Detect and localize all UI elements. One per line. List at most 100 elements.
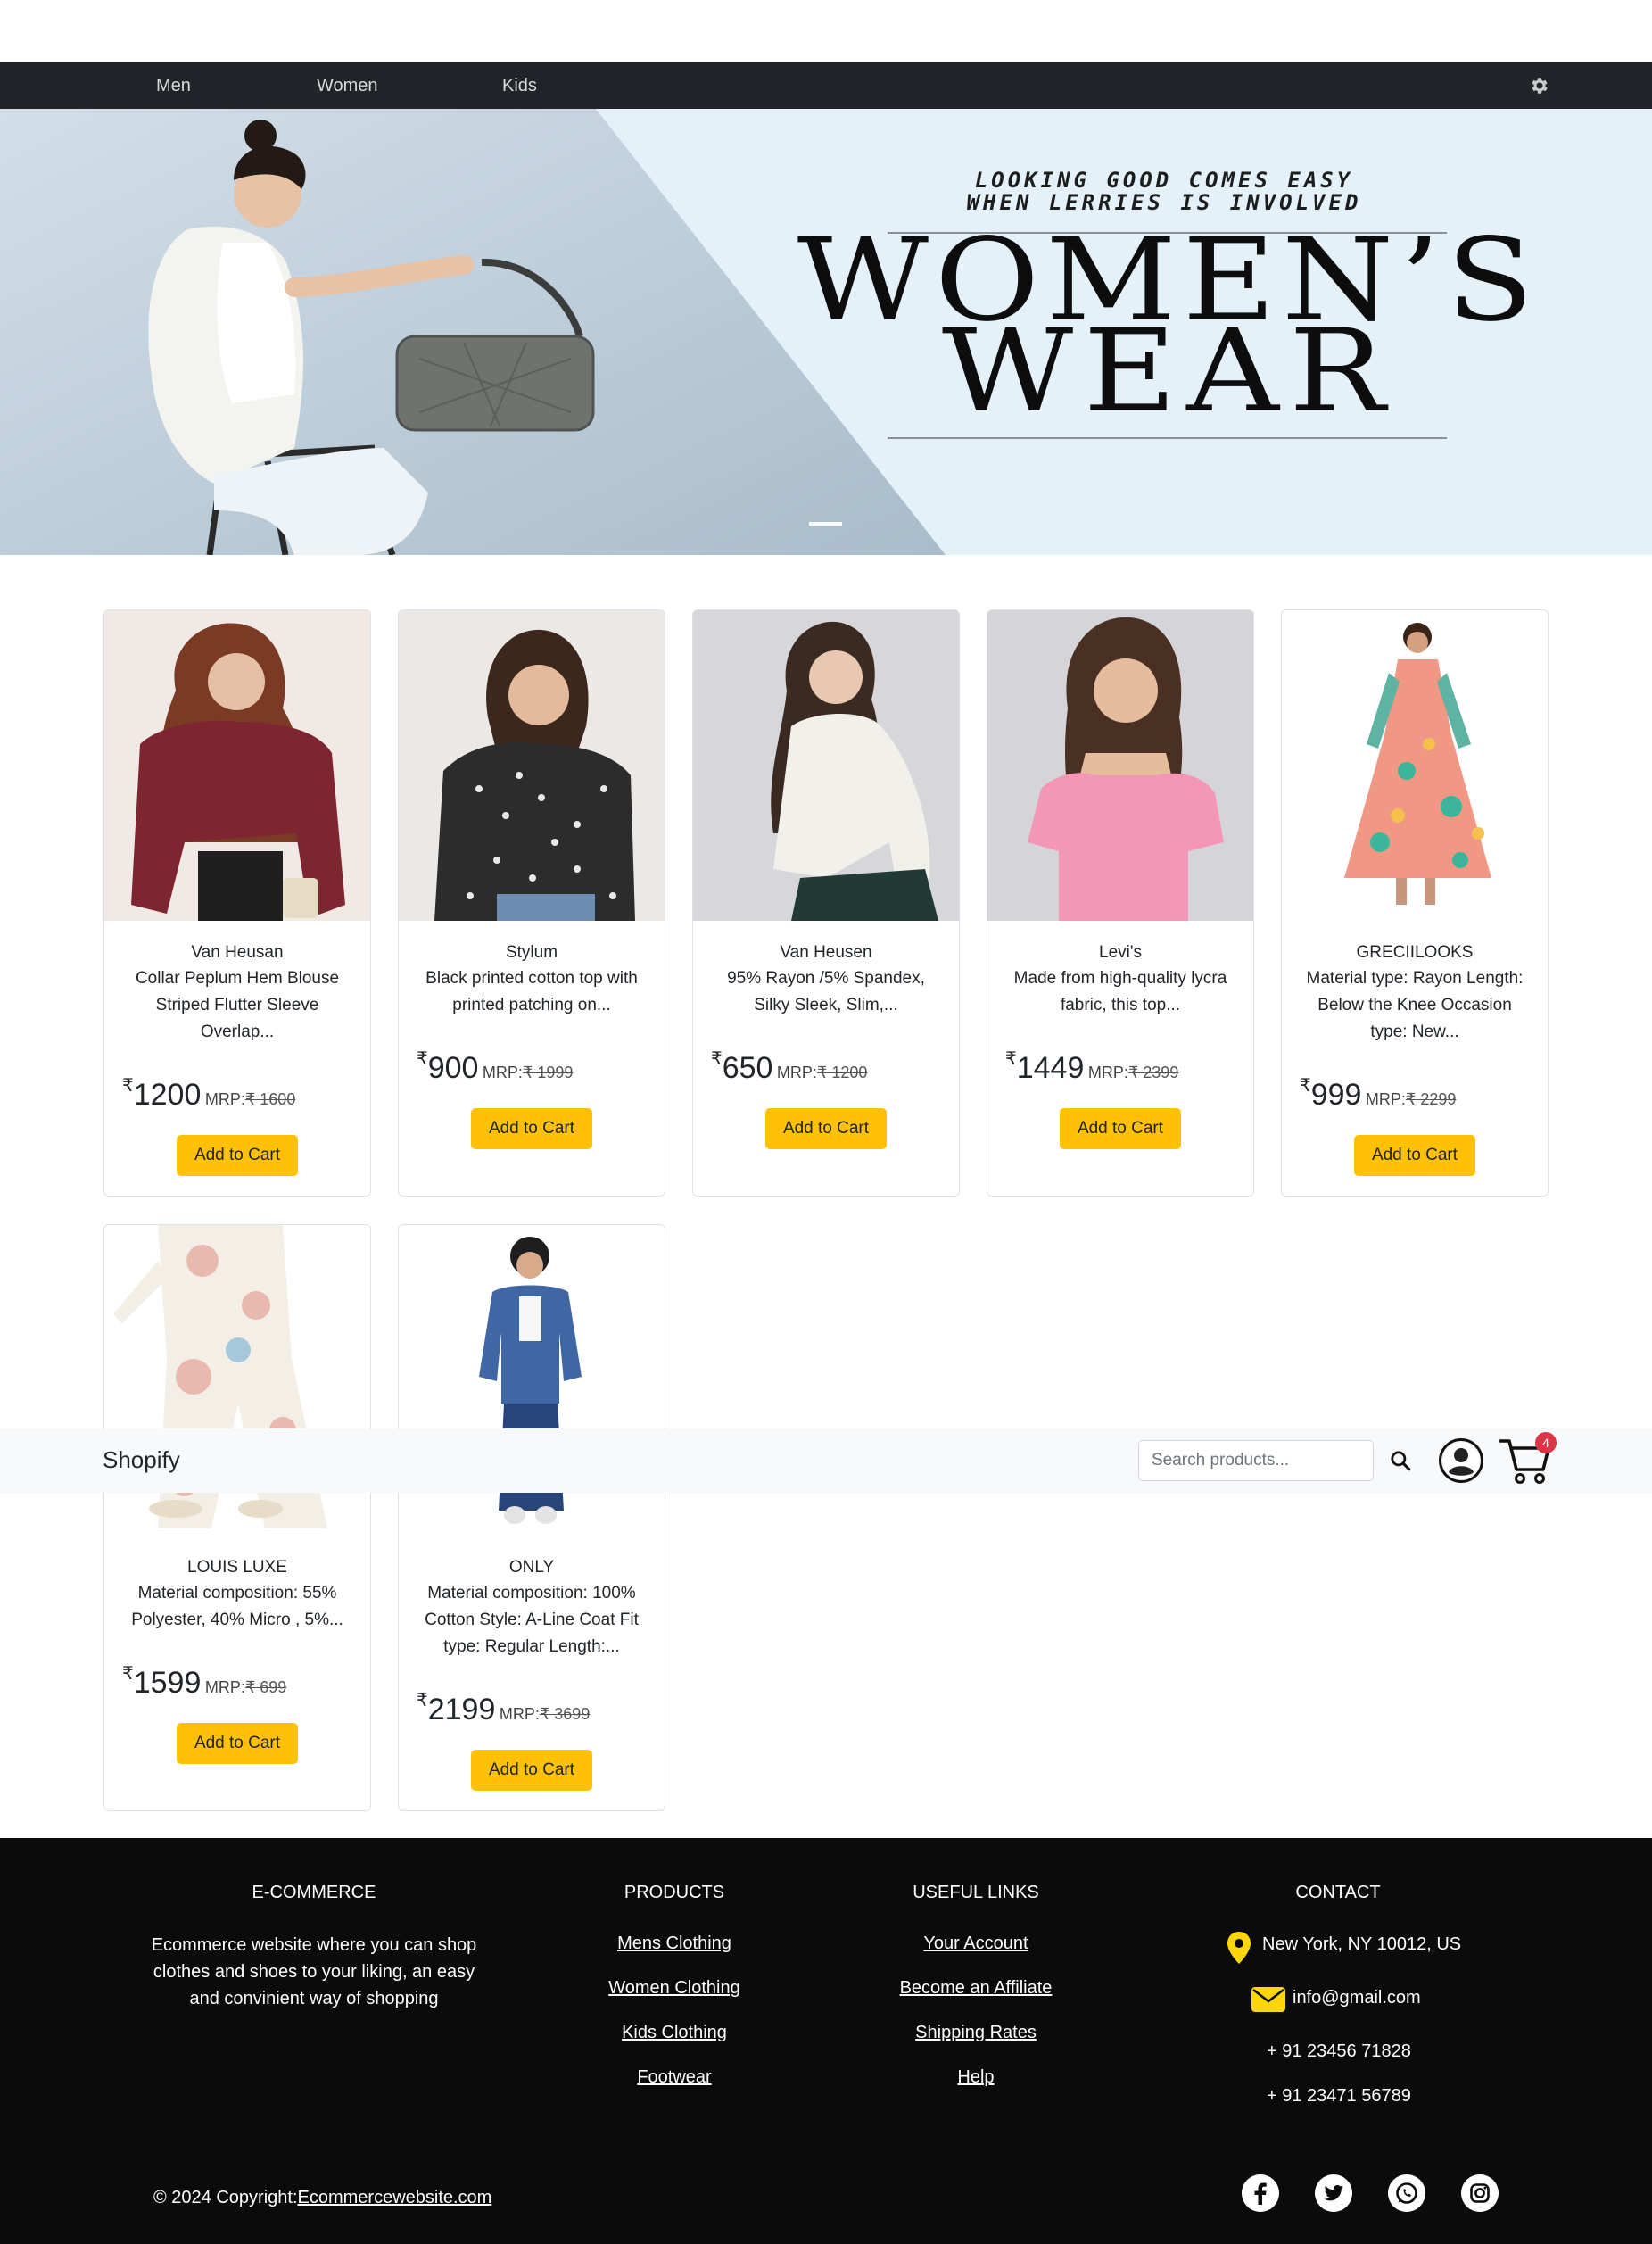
product-price: ₹650 MRP:₹ 1200 [711, 1049, 868, 1086]
add-to-cart-button[interactable]: Add to Cart [177, 1723, 298, 1764]
category-nav: Men Women Kids [0, 62, 1652, 109]
whatsapp-icon[interactable] [1388, 2174, 1425, 2212]
mrp-value: ₹ 699 [244, 1678, 287, 1696]
hero-tagline: LOOKING GOOD COMES EASY WHEN LERRIES IS … [785, 170, 1543, 214]
currency-symbol: ₹ [122, 1664, 134, 1684]
product-image[interactable] [1282, 610, 1548, 921]
add-to-cart-button[interactable]: Add to Cart [177, 1135, 298, 1176]
mrp-value: ₹ 1200 [816, 1064, 868, 1081]
footer-link-footwear[interactable]: Footwear [562, 2067, 787, 2088]
footer-heading-contact: CONTACT [1295, 1883, 1381, 1902]
product-price: ₹1200 MRP:₹ 1600 [122, 1076, 295, 1113]
product-price: ₹2199 MRP:₹ 3699 [417, 1691, 591, 1727]
price-amount: 900 [427, 1051, 479, 1085]
mrp-value: ₹ 2299 [1405, 1090, 1457, 1108]
price-amount: 999 [1310, 1078, 1362, 1112]
product-card: Stylum Black printed cotton top with pri… [398, 609, 665, 1197]
product-description: Material composition: 55% Polyester, 40%… [131, 1584, 343, 1629]
main-navbar: Shopify 4 [0, 1428, 1652, 1493]
footer: E-COMMERCE Ecommerce website where you c… [0, 1838, 1652, 2244]
cart-count-badge: 4 [1535, 1432, 1557, 1453]
hero-banner[interactable]: LOOKING GOOD COMES EASY WHEN LERRIES IS … [0, 109, 1652, 555]
location-pin-icon [1227, 1932, 1251, 1964]
footer-link-help[interactable]: Help [863, 2067, 1088, 2088]
gear-icon[interactable] [1528, 75, 1549, 96]
nav-men[interactable]: Men [156, 62, 191, 109]
add-to-cart-button[interactable]: Add to Cart [765, 1108, 887, 1149]
product-card: Levi's Made from high-quality lycra fabr… [987, 609, 1254, 1197]
top-blank-area [0, 0, 1652, 62]
product-price: ₹1449 MRP:₹ 2399 [1005, 1049, 1178, 1086]
currency-symbol: ₹ [122, 1076, 134, 1096]
footer-link-women-clothing[interactable]: Women Clothing [562, 1978, 787, 1999]
mrp-label: MRP: [482, 1064, 523, 1081]
mrp-label: MRP: [204, 1678, 245, 1696]
product-image[interactable] [693, 610, 959, 921]
contact-address: New York, NY 10012, US [1262, 1934, 1462, 1954]
product-price: ₹900 MRP:₹ 1999 [417, 1049, 574, 1086]
product-brand: ONLY [508, 1558, 555, 1577]
product-description: Material composition: 100% Cotton Style:… [425, 1584, 639, 1656]
product-description: Made from high-quality lycra fabric, thi… [1013, 969, 1227, 1014]
carousel-indicator-active[interactable] [809, 522, 842, 526]
add-to-cart-button[interactable]: Add to Cart [1060, 1108, 1181, 1149]
hero-headline-line2: WEAR [941, 305, 1396, 438]
nav-women[interactable]: Women [317, 62, 378, 109]
price-amount: 1200 [133, 1078, 202, 1112]
footer-link-mens-clothing[interactable]: Mens Clothing [562, 1933, 787, 1954]
currency-symbol: ₹ [1300, 1076, 1311, 1096]
product-image[interactable] [987, 610, 1253, 921]
search-icon[interactable] [1389, 1449, 1412, 1472]
mrp-value: ₹ 3699 [539, 1705, 591, 1723]
mrp-label: MRP: [499, 1705, 540, 1723]
product-card: Van Heusen 95% Rayon /5% Spandex, Silky … [692, 609, 960, 1197]
price-amount: 650 [722, 1051, 773, 1085]
add-to-cart-button[interactable]: Add to Cart [1354, 1135, 1475, 1176]
product-card: ONLY Material composition: 100% Cotton S… [398, 1224, 665, 1811]
product-card: GRECIILOOKS Material type: Rayon Length:… [1281, 609, 1549, 1197]
currency-symbol: ₹ [417, 1049, 428, 1069]
currency-symbol: ₹ [417, 1691, 428, 1710]
hero-tagline-line1: LOOKING GOOD COMES EASY [974, 168, 1354, 193]
price-amount: 1449 [1016, 1051, 1085, 1085]
footer-link-become-affiliate[interactable]: Become an Affiliate [863, 1978, 1088, 1999]
user-account-icon[interactable] [1438, 1437, 1484, 1484]
price-amount: 2199 [427, 1693, 496, 1726]
currency-symbol: ₹ [711, 1049, 723, 1069]
nav-kids[interactable]: Kids [502, 62, 537, 109]
mrp-label: MRP: [1365, 1090, 1406, 1108]
product-price: ₹999 MRP:₹ 2299 [1300, 1076, 1457, 1113]
instagram-icon[interactable] [1461, 2174, 1499, 2212]
product-brand: Levi's [1099, 943, 1142, 962]
footer-heading-products: PRODUCTS [624, 1883, 725, 1902]
footer-link-shipping-rates[interactable]: Shipping Rates [863, 2023, 1088, 2043]
contact-phone-2: + 91 23471 56789 [1267, 2086, 1411, 2106]
product-price: ₹1599 MRP:₹ 699 [122, 1664, 287, 1701]
product-image[interactable] [399, 610, 665, 921]
add-to-cart-button[interactable]: Add to Cart [471, 1108, 592, 1149]
product-card: Van Heusan Collar Peplum Hem Blouse Stri… [103, 609, 371, 1197]
footer-heading-ecommerce: E-COMMERCE [252, 1883, 376, 1902]
hero-divider-bottom [888, 437, 1447, 439]
product-brand: Van Heusen [780, 943, 872, 962]
twitter-icon[interactable] [1315, 2174, 1352, 2212]
copyright: © 2024 Copyright:Ecommercewebsite.com [153, 2188, 491, 2208]
hero-tagline-line2: WHEN LERRIES IS INVOLVED [966, 190, 1362, 215]
product-brand: LOUIS LUXE [187, 1558, 287, 1577]
currency-symbol: ₹ [1005, 1049, 1017, 1069]
add-to-cart-button[interactable]: Add to Cart [471, 1750, 592, 1791]
product-image[interactable] [104, 610, 370, 921]
brand-logo[interactable]: Shopify [103, 1446, 180, 1474]
footer-about-text: Ecommerce website where you can shop clo… [151, 1935, 477, 2008]
search-input[interactable] [1138, 1440, 1374, 1481]
copyright-link[interactable]: Ecommercewebsite.com [298, 2188, 492, 2207]
price-amount: 1599 [133, 1666, 202, 1700]
mrp-label: MRP: [204, 1090, 245, 1108]
footer-link-your-account[interactable]: Your Account [863, 1933, 1088, 1954]
facebook-icon[interactable] [1242, 2174, 1279, 2212]
mrp-value: ₹ 1999 [522, 1064, 574, 1081]
product-brand: Van Heusan [191, 943, 284, 962]
product-description: 95% Rayon /5% Spandex, Silky Sleek, Slim… [727, 969, 925, 1014]
footer-link-kids-clothing[interactable]: Kids Clothing [562, 2023, 787, 2043]
product-brand: GRECIILOOKS [1356, 943, 1474, 962]
